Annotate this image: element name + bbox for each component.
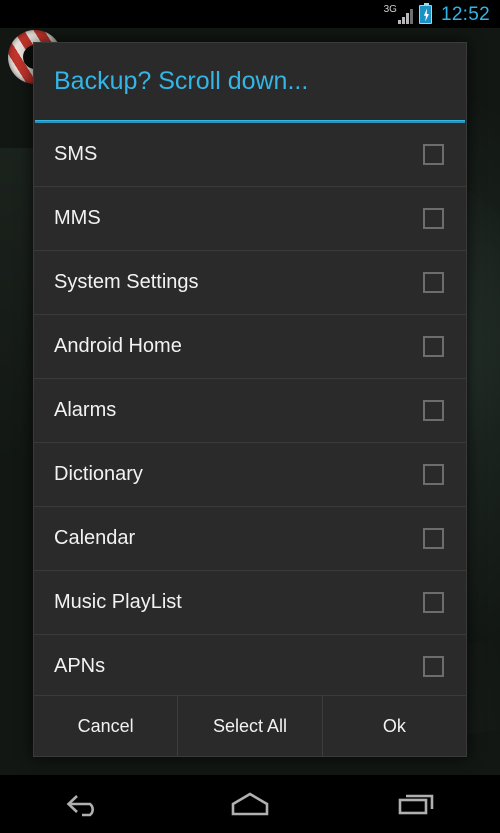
list-item[interactable]: MMS	[34, 187, 466, 251]
status-bar-icons: 3G 12:52	[384, 2, 490, 25]
signal-bars-icon: 3G	[384, 4, 413, 24]
dialog-button-bar: Cancel Select All Ok	[34, 695, 466, 756]
home-icon[interactable]	[195, 775, 305, 833]
list-item-label: Dictionary	[54, 463, 143, 486]
list-item-label: APNs	[54, 655, 106, 678]
list-item-label: Alarms	[54, 399, 117, 422]
list-item-checkbox[interactable]	[423, 591, 444, 613]
back-icon[interactable]	[28, 775, 138, 833]
list-item[interactable]: Android Home	[34, 315, 466, 379]
ok-button[interactable]: Ok	[323, 696, 466, 756]
signal-bars-glyph	[397, 9, 413, 24]
list-item-label: MMS	[54, 207, 101, 230]
list-item[interactable]: System Settings	[34, 251, 466, 315]
list-item-checkbox[interactable]	[423, 399, 444, 421]
list-item-label: Android Home	[54, 335, 182, 358]
list-item-label: System Settings	[54, 271, 199, 294]
select-all-button[interactable]: Select All	[178, 696, 323, 756]
list-item[interactable]: Alarms	[34, 379, 466, 443]
list-item-checkbox[interactable]	[423, 463, 444, 485]
list-item-checkbox[interactable]	[423, 655, 444, 677]
list-item[interactable]: Calendar	[34, 507, 466, 571]
list-item[interactable]: SMS	[34, 123, 466, 187]
list-item[interactable]: Dictionary	[34, 443, 466, 507]
list-item-checkbox[interactable]	[423, 335, 444, 357]
status-bar: 3G 12:52	[0, 0, 500, 28]
list-item-label: SMS	[54, 143, 98, 166]
navigation-bar	[0, 775, 500, 833]
cancel-button[interactable]: Cancel	[34, 696, 179, 756]
list-item[interactable]: APNs	[34, 635, 466, 695]
battery-charging-icon	[418, 2, 432, 24]
list-item-checkbox[interactable]	[423, 271, 444, 293]
list-item-checkbox[interactable]	[423, 143, 444, 165]
recents-icon[interactable]	[362, 775, 472, 833]
list-item-checkbox[interactable]	[423, 207, 444, 229]
backup-items-list[interactable]: SMS MMS System Settings Android Home Ala…	[34, 122, 466, 695]
lightning-bolt-glyph	[423, 8, 429, 22]
phone-screen: 3G 12:52 Backup? Scroll down... SMS MMS	[0, 0, 500, 833]
list-item[interactable]: Music PlayList	[34, 571, 466, 635]
backup-dialog: Backup? Scroll down... SMS MMS System Se…	[33, 42, 467, 757]
dialog-title: Backup? Scroll down...	[54, 66, 309, 95]
list-item-label: Music PlayList	[54, 591, 182, 614]
status-bar-clock: 12:52	[440, 3, 490, 25]
network-type-label: 3G	[383, 4, 397, 15]
list-item-label: Calendar	[54, 527, 136, 550]
list-item-checkbox[interactable]	[423, 527, 444, 549]
